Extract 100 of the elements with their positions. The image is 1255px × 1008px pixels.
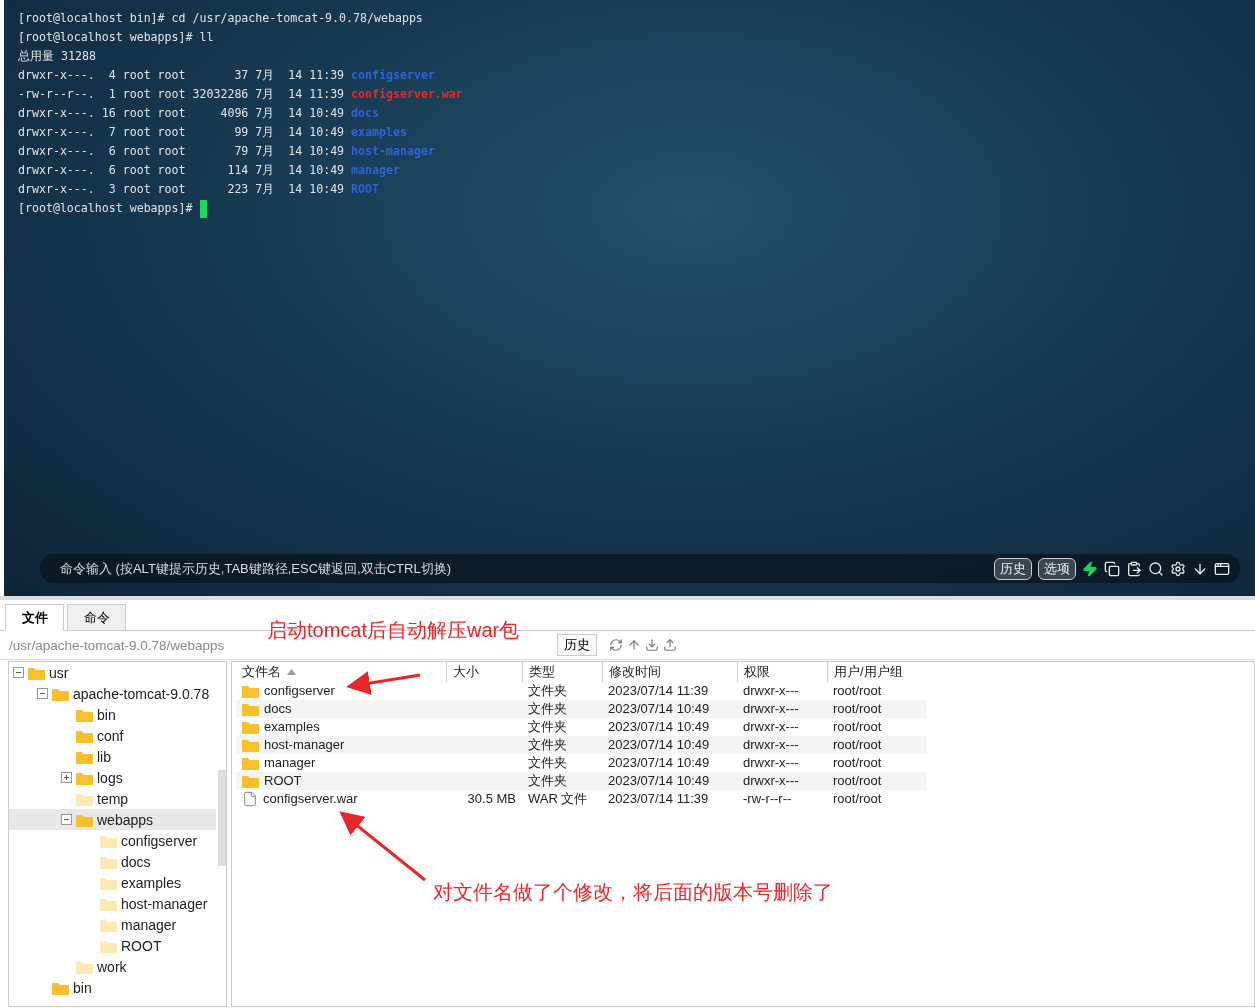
- table-cell: drwxr-x---: [737, 700, 827, 718]
- table-cell: 2023/07/14 10:49: [602, 772, 737, 790]
- table-cell-text: 文件夹: [527, 754, 568, 772]
- tree-item[interactable]: webapps: [9, 809, 216, 830]
- column-header[interactable]: 类型: [522, 662, 602, 682]
- tree-item[interactable]: lib: [9, 746, 216, 767]
- file-name-cell[interactable]: docs: [236, 700, 446, 718]
- tree-item[interactable]: bin: [9, 704, 216, 725]
- folder-icon: [242, 738, 259, 752]
- folder-icon: [76, 749, 93, 764]
- file-name-cell[interactable]: configserver: [236, 682, 446, 700]
- file-name-cell[interactable]: host-manager: [236, 736, 446, 754]
- file-icon: [242, 791, 258, 807]
- terminal-prompt: [root@localhost webapps]#: [18, 200, 193, 217]
- table-cell-text: 2023/07/14 11:39: [607, 790, 710, 808]
- tab[interactable]: 命令: [67, 604, 126, 630]
- upload-icon[interactable]: [663, 638, 677, 652]
- table-cell-text: root/root: [832, 718, 883, 736]
- folder-icon: [242, 720, 259, 734]
- table-cell-text: root/root: [832, 682, 883, 700]
- copy-icon[interactable]: [1104, 560, 1120, 577]
- tree-item[interactable]: ROOT: [9, 935, 216, 956]
- tree-item[interactable]: logs: [9, 767, 216, 788]
- folder-icon: [100, 896, 117, 911]
- folder-icon: [100, 917, 117, 932]
- column-header[interactable]: 权限: [737, 662, 827, 682]
- folder-icon: [242, 756, 259, 770]
- table-cell-text: drwxr-x---: [742, 754, 800, 772]
- tree-item[interactable]: conf: [9, 725, 216, 746]
- tree-item[interactable]: manager: [9, 914, 216, 935]
- collapse-icon[interactable]: [61, 814, 72, 825]
- folder-icon: [76, 812, 93, 827]
- file-name: configserver: [351, 67, 435, 84]
- column-header[interactable]: 文件名: [236, 662, 446, 682]
- folder-icon: [28, 665, 45, 680]
- table-cell-text: 文件夹: [527, 682, 568, 700]
- folder-icon: [100, 833, 117, 848]
- terminal-line: [root@localhost webapps]# ll: [18, 29, 214, 46]
- tree-item[interactable]: examples: [9, 872, 216, 893]
- table-cell: 2023/07/14 10:49: [602, 736, 737, 754]
- table-cell-text: 2023/07/14 10:49: [607, 754, 711, 772]
- tree-item[interactable]: docs: [9, 851, 216, 872]
- folder-icon: [76, 770, 93, 785]
- command-input[interactable]: 命令输入 (按ALT键提示历史,TAB键路径,ESC键返回,双击CTRL切换) 历史 选项: [40, 554, 1240, 583]
- table-cell-text: 2023/07/14 10:49: [607, 718, 711, 736]
- folder-icon: [76, 791, 93, 806]
- file-name: host-manager: [351, 143, 435, 160]
- download-icon[interactable]: [645, 638, 659, 652]
- table-cell: drwxr-x---: [737, 772, 827, 790]
- tree-item[interactable]: apache-tomcat-9.0.78: [9, 683, 216, 704]
- column-header[interactable]: 修改时间: [602, 662, 737, 682]
- annotation-text: 对文件名做了个修改，将后面的版本号删除了: [433, 880, 833, 905]
- tree-item[interactable]: usr: [9, 662, 216, 683]
- table-cell: root/root: [827, 736, 927, 754]
- folder-icon: [100, 854, 117, 869]
- annotation-text: 启动tomcat后自动解压war包: [267, 618, 520, 643]
- terminal-line: drwxr-x---. 3 root root 223 7月 14 10:49: [18, 181, 345, 198]
- window-icon[interactable]: [1214, 560, 1230, 577]
- tree-item[interactable]: bin: [9, 977, 216, 998]
- collapse-icon[interactable]: [37, 688, 48, 699]
- file-name-cell[interactable]: examples: [236, 718, 446, 736]
- file-name-cell[interactable]: configserver.war: [236, 790, 446, 808]
- bar-button[interactable]: 历史: [994, 557, 1032, 580]
- tree-item[interactable]: configserver: [9, 830, 216, 851]
- column-header[interactable]: 用户/用户组: [827, 662, 927, 682]
- folder-icon: [242, 684, 259, 698]
- settings-icon[interactable]: [1170, 560, 1186, 577]
- column-header[interactable]: 大小: [446, 662, 522, 682]
- tab[interactable]: 文件: [5, 604, 64, 631]
- table-cell: 文件夹: [522, 736, 602, 754]
- folder-icon: [76, 959, 93, 974]
- refresh-icon[interactable]: [609, 638, 623, 652]
- paste-icon[interactable]: [1126, 560, 1142, 577]
- table-cell: root/root: [827, 700, 927, 718]
- table-cell-text: WAR 文件: [527, 790, 589, 808]
- folder-icon: [242, 702, 259, 716]
- tree-item[interactable]: temp: [9, 788, 216, 809]
- table-cell-text: root/root: [832, 754, 883, 772]
- table-cell: 文件夹: [522, 700, 602, 718]
- file-name-cell[interactable]: ROOT: [236, 772, 446, 790]
- collapse-icon[interactable]: [13, 667, 24, 678]
- bolt-icon[interactable]: [1082, 560, 1098, 577]
- file-name: docs: [351, 105, 380, 122]
- table-cell: drwxr-x---: [737, 736, 827, 754]
- table-cell-text: -rw-r--r--: [742, 790, 793, 808]
- table-cell-text: drwxr-x---: [742, 682, 800, 700]
- search-icon[interactable]: [1148, 560, 1164, 577]
- scrollbar[interactable]: [218, 770, 226, 866]
- file-name-cell[interactable]: manager: [236, 754, 446, 772]
- expand-icon[interactable]: [61, 772, 72, 783]
- history-button[interactable]: 历史: [557, 634, 597, 656]
- folder-icon: [52, 686, 69, 701]
- sort-icon: [287, 669, 296, 675]
- tree-item[interactable]: host-manager: [9, 893, 216, 914]
- bar-button[interactable]: 选项: [1038, 557, 1076, 580]
- file-name: configserver.war: [351, 86, 463, 103]
- table-cell: 2023/07/14 10:49: [602, 700, 737, 718]
- terminal-line: drwxr-x---. 7 root root 99 7月 14 10:49: [18, 124, 345, 141]
- cursor: [199, 199, 207, 218]
- tree-item[interactable]: work: [9, 956, 216, 977]
